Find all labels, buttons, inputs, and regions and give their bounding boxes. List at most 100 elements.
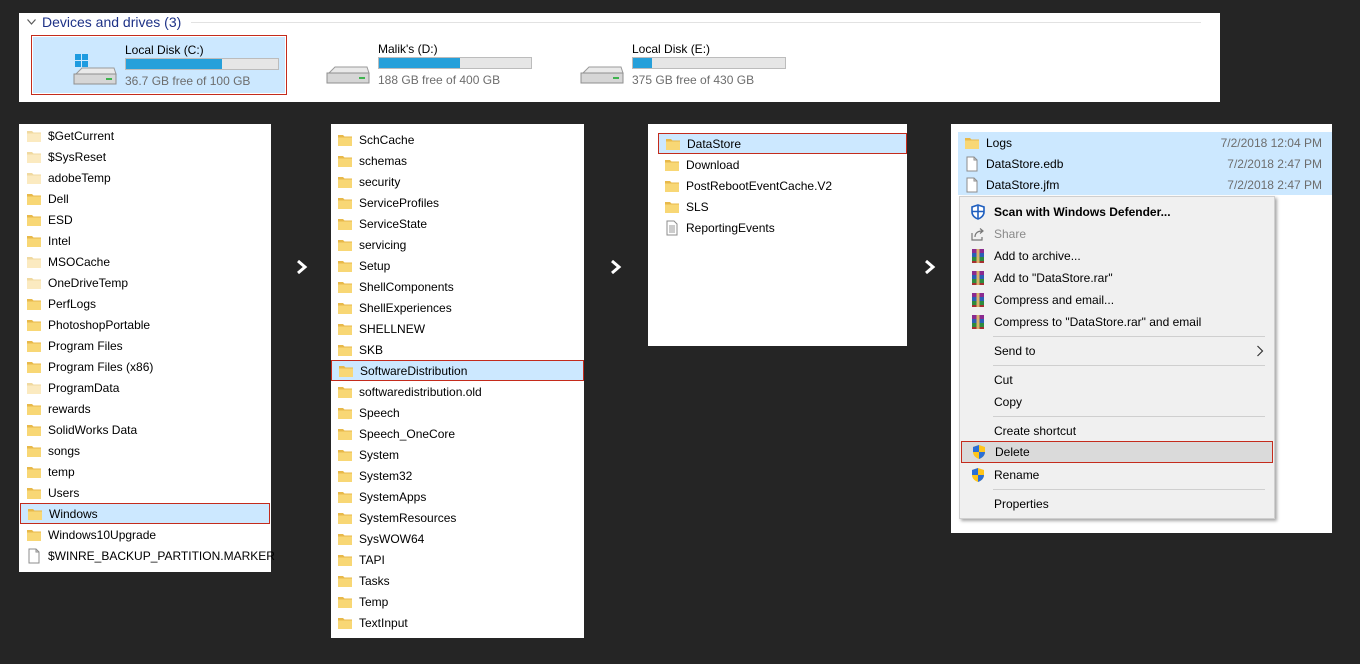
chevron-down-icon[interactable]: [27, 19, 36, 25]
menu-item-rename[interactable]: Rename: [960, 464, 1274, 486]
folder-item[interactable]: Users: [20, 482, 270, 503]
menu-item-copy[interactable]: Copy: [960, 391, 1274, 413]
folder-icon: [338, 386, 352, 398]
winrar-archive-icon: [972, 271, 984, 285]
folder-icon: [27, 151, 41, 163]
folder-item[interactable]: DataStore: [658, 133, 907, 154]
menu-item-send-to[interactable]: Send to: [960, 340, 1274, 362]
folder-item[interactable]: ShellExperiences: [331, 297, 584, 318]
file-item[interactable]: DataStore.jfm 7/2/2018 2:47 PM: [958, 174, 1332, 195]
menu-item-add-to-archive[interactable]: Add to archive...: [960, 245, 1274, 267]
item-name: PostRebootEventCache.V2: [686, 178, 833, 193]
item-name: SystemResources: [359, 510, 457, 525]
item-name: Setup: [359, 258, 391, 273]
folder-item[interactable]: softwaredistribution.old: [331, 381, 584, 402]
folder-item[interactable]: Dell: [20, 188, 270, 209]
folder-icon: [338, 134, 352, 146]
folder-item[interactable]: temp: [20, 461, 270, 482]
file-item[interactable]: $WINRE_BACKUP_PARTITION.MARKER: [20, 545, 275, 566]
folder-icon: [665, 159, 679, 171]
folder-item[interactable]: ServiceProfiles: [331, 192, 584, 213]
folder-item[interactable]: MSOCache: [20, 251, 270, 272]
folder-item[interactable]: $GetCurrent: [20, 125, 270, 146]
folder-icon: [665, 180, 679, 192]
folder-item[interactable]: songs: [20, 440, 270, 461]
menu-item-compress-rar-email[interactable]: Compress to "DataStore.rar" and email: [960, 311, 1274, 333]
drive-free-space: 188 GB free of 400 GB: [378, 73, 501, 87]
folder-item[interactable]: SchCache: [331, 129, 584, 150]
folder-item[interactable]: Setup: [331, 255, 584, 276]
folder-item[interactable]: SolidWorks Data: [20, 419, 270, 440]
folder-item[interactable]: SystemApps: [331, 486, 584, 507]
menu-item-cut[interactable]: Cut: [960, 369, 1274, 391]
folder-item[interactable]: TAPI: [331, 549, 584, 570]
folder-item[interactable]: SoftwareDistribution: [331, 360, 584, 381]
folder-item[interactable]: SHELLNEW: [331, 318, 584, 339]
drives-group-title: Devices and drives (3): [42, 14, 182, 30]
menu-item-delete[interactable]: Delete: [961, 441, 1273, 463]
folder-item[interactable]: Windows: [20, 503, 270, 524]
folder-item[interactable]: Windows10Upgrade: [20, 524, 270, 545]
folder-item[interactable]: Speech_OneCore: [331, 423, 584, 444]
folder-item[interactable]: ESD: [20, 209, 270, 230]
menu-label: Send to: [994, 344, 1036, 358]
folder-item[interactable]: System: [331, 444, 584, 465]
menu-item-compress-email[interactable]: Compress and email...: [960, 289, 1274, 311]
item-name: SHELLNEW: [359, 321, 426, 336]
item-name: schemas: [359, 153, 408, 168]
folder-item[interactable]: adobeTemp: [20, 167, 270, 188]
menu-item-add-to-rar[interactable]: Add to "DataStore.rar": [960, 267, 1274, 289]
text-file-icon: [666, 220, 678, 235]
chevron-right-arrow-icon: [611, 260, 622, 274]
folder-item[interactable]: schemas: [331, 150, 584, 171]
folder-item[interactable]: SKB: [331, 339, 584, 360]
folder-icon: [27, 424, 41, 436]
folder-item[interactable]: Intel: [20, 230, 270, 251]
folder-item[interactable]: PerfLogs: [20, 293, 270, 314]
item-name: $SysReset: [48, 149, 107, 164]
folder-item[interactable]: security: [331, 171, 584, 192]
folder-item[interactable]: SysWOW64: [331, 528, 584, 549]
folder-item[interactable]: Program Files: [20, 335, 270, 356]
item-name: Speech_OneCore: [359, 426, 456, 441]
folder-item[interactable]: Speech: [331, 402, 584, 423]
folder-item[interactable]: Logs 7/2/2018 12:04 PM: [958, 132, 1332, 153]
folder-item[interactable]: SLS: [658, 196, 907, 217]
file-item[interactable]: DataStore.edb 7/2/2018 2:47 PM: [958, 153, 1332, 174]
item-name: ESD: [48, 212, 73, 227]
menu-item-share[interactable]: Share: [960, 223, 1274, 245]
folder-item[interactable]: ProgramData: [20, 377, 270, 398]
menu-item-scan-defender[interactable]: Scan with Windows Defender...: [960, 201, 1274, 223]
drives-group-header[interactable]: Devices and drives (3): [27, 14, 181, 30]
folder-item[interactable]: TextInput: [331, 612, 584, 633]
folder-icon: [338, 596, 352, 608]
folder-item[interactable]: Program Files (x86): [20, 356, 270, 377]
folder-item[interactable]: SystemResources: [331, 507, 584, 528]
drive-tile[interactable]: Malik's (D:) 188 GB free of 400 GB: [285, 35, 541, 95]
menu-label: Delete: [995, 445, 1030, 459]
folder-item[interactable]: System32: [331, 465, 584, 486]
folder-item[interactable]: rewards: [20, 398, 270, 419]
menu-item-create-shortcut[interactable]: Create shortcut: [960, 420, 1274, 442]
folder-item[interactable]: $SysReset: [20, 146, 270, 167]
file-item[interactable]: ReportingEvents: [658, 217, 907, 238]
hard-drive-icon: [326, 66, 370, 84]
folder-icon: [338, 260, 352, 272]
folder-item[interactable]: PostRebootEventCache.V2: [658, 175, 907, 196]
drive-tile[interactable]: Local Disk (E:) 375 GB free of 430 GB: [539, 35, 795, 95]
folder-item[interactable]: Temp: [331, 591, 584, 612]
folder-item[interactable]: ServiceState: [331, 213, 584, 234]
folder-icon: [338, 407, 352, 419]
folder-item[interactable]: Tasks: [331, 570, 584, 591]
menu-item-properties[interactable]: Properties: [960, 493, 1274, 515]
folder-item[interactable]: Download: [658, 154, 907, 175]
item-name: songs: [48, 443, 81, 458]
folder-item[interactable]: ShellComponents: [331, 276, 584, 297]
chevron-right-icon: [1257, 345, 1264, 357]
folder-item[interactable]: OneDriveTemp: [20, 272, 270, 293]
folder-item[interactable]: PhotoshopPortable: [20, 314, 270, 335]
folder-item[interactable]: servicing: [331, 234, 584, 255]
folder-icon: [338, 239, 352, 251]
drive-name: Malik's (D:): [378, 42, 438, 56]
drive-tile[interactable]: Local Disk (C:) 36.7 GB free of 100 GB: [31, 35, 287, 95]
